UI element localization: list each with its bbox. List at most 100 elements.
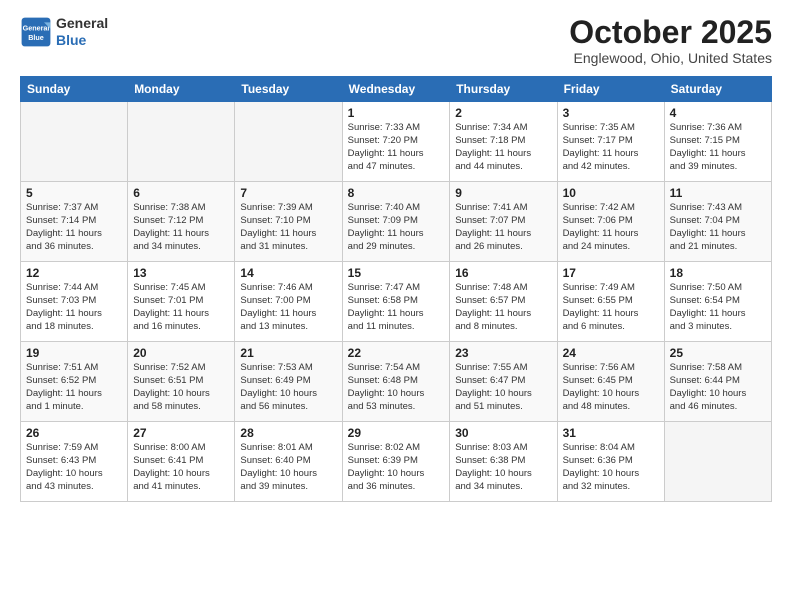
day-number: 13 xyxy=(133,266,229,280)
day-number: 14 xyxy=(240,266,336,280)
table-row: 3 Sunrise: 7:35 AM Sunset: 7:17 PM Daylig… xyxy=(557,102,664,182)
table-row xyxy=(21,102,128,182)
page: General Blue General Blue October 2025 E… xyxy=(0,0,792,612)
table-row: 17 Sunrise: 7:49 AM Sunset: 6:55 PM Dayli… xyxy=(557,262,664,342)
logo-icon: General Blue xyxy=(20,16,52,48)
day-info: Sunrise: 8:03 AM Sunset: 6:38 PM Dayligh… xyxy=(455,442,551,493)
day-info: Sunrise: 7:48 AM Sunset: 6:57 PM Dayligh… xyxy=(455,282,551,333)
day-info: Sunrise: 8:02 AM Sunset: 6:39 PM Dayligh… xyxy=(348,442,445,493)
logo-text-general: General xyxy=(56,15,108,32)
day-info: Sunrise: 7:58 AM Sunset: 6:44 PM Dayligh… xyxy=(670,362,766,413)
calendar-week-row: 5 Sunrise: 7:37 AM Sunset: 7:14 PM Daylig… xyxy=(21,182,772,262)
day-number: 18 xyxy=(670,266,766,280)
day-info: Sunrise: 7:42 AM Sunset: 7:06 PM Dayligh… xyxy=(563,202,659,253)
table-row: 13Sunrise: 7:45 AM Sunset: 7:01 PM Dayli… xyxy=(128,262,235,342)
calendar-week-row: 12Sunrise: 7:44 AM Sunset: 7:03 PM Dayli… xyxy=(21,262,772,342)
table-row: 29 Sunrise: 8:02 AM Sunset: 6:39 PM Dayli… xyxy=(342,422,450,502)
day-info: Sunrise: 7:46 AM Sunset: 7:00 PM Dayligh… xyxy=(240,282,336,333)
day-number: 5 xyxy=(26,186,122,200)
day-number: 20 xyxy=(133,346,229,360)
table-row: 31 Sunrise: 8:04 AM Sunset: 6:36 PM Dayli… xyxy=(557,422,664,502)
table-row: 27 Sunrise: 8:00 AM Sunset: 6:41 PM Dayli… xyxy=(128,422,235,502)
day-info: Sunrise: 7:54 AM Sunset: 6:48 PM Dayligh… xyxy=(348,362,445,413)
day-info: Sunrise: 7:56 AM Sunset: 6:45 PM Dayligh… xyxy=(563,362,659,413)
day-number: 7 xyxy=(240,186,336,200)
table-row xyxy=(664,422,771,502)
day-number: 17 xyxy=(563,266,659,280)
col-wednesday: Wednesday xyxy=(342,77,450,102)
col-thursday: Thursday xyxy=(450,77,557,102)
col-tuesday: Tuesday xyxy=(235,77,342,102)
day-info: Sunrise: 7:49 AM Sunset: 6:55 PM Dayligh… xyxy=(563,282,659,333)
day-info: Sunrise: 7:41 AM Sunset: 7:07 PM Dayligh… xyxy=(455,202,551,253)
day-info: Sunrise: 8:01 AM Sunset: 6:40 PM Dayligh… xyxy=(240,442,336,493)
day-number: 30 xyxy=(455,426,551,440)
day-number: 16 xyxy=(455,266,551,280)
day-info: Sunrise: 7:38 AM Sunset: 7:12 PM Dayligh… xyxy=(133,202,229,253)
day-number: 28 xyxy=(240,426,336,440)
col-friday: Friday xyxy=(557,77,664,102)
day-number: 3 xyxy=(563,106,659,120)
table-row: 18Sunrise: 7:50 AM Sunset: 6:54 PM Dayli… xyxy=(664,262,771,342)
day-number: 22 xyxy=(348,346,445,360)
svg-text:General: General xyxy=(23,23,50,32)
table-row: 7 Sunrise: 7:39 AM Sunset: 7:10 PM Daylig… xyxy=(235,182,342,262)
day-number: 19 xyxy=(26,346,122,360)
day-info: Sunrise: 8:04 AM Sunset: 6:36 PM Dayligh… xyxy=(563,442,659,493)
day-number: 31 xyxy=(563,426,659,440)
table-row: 30 Sunrise: 8:03 AM Sunset: 6:38 PM Dayli… xyxy=(450,422,557,502)
day-info: Sunrise: 7:44 AM Sunset: 7:03 PM Dayligh… xyxy=(26,282,122,333)
table-row: 10 Sunrise: 7:42 AM Sunset: 7:06 PM Dayli… xyxy=(557,182,664,262)
title-block: October 2025 Englewood, Ohio, United Sta… xyxy=(569,15,772,66)
table-row: 9 Sunrise: 7:41 AM Sunset: 7:07 PM Daylig… xyxy=(450,182,557,262)
day-info: Sunrise: 8:00 AM Sunset: 6:41 PM Dayligh… xyxy=(133,442,229,493)
day-number: 27 xyxy=(133,426,229,440)
day-number: 29 xyxy=(348,426,445,440)
table-row xyxy=(235,102,342,182)
table-row: 23 Sunrise: 7:55 AM Sunset: 6:47 PM Dayli… xyxy=(450,342,557,422)
day-info: Sunrise: 7:39 AM Sunset: 7:10 PM Dayligh… xyxy=(240,202,336,253)
day-number: 23 xyxy=(455,346,551,360)
day-info: Sunrise: 7:52 AM Sunset: 6:51 PM Dayligh… xyxy=(133,362,229,413)
day-number: 9 xyxy=(455,186,551,200)
table-row: 26Sunrise: 7:59 AM Sunset: 6:43 PM Dayli… xyxy=(21,422,128,502)
day-number: 10 xyxy=(563,186,659,200)
calendar: Sunday Monday Tuesday Wednesday Thursday… xyxy=(20,76,772,502)
day-number: 11 xyxy=(670,186,766,200)
day-number: 2 xyxy=(455,106,551,120)
table-row: 28 Sunrise: 8:01 AM Sunset: 6:40 PM Dayli… xyxy=(235,422,342,502)
day-info: Sunrise: 7:36 AM Sunset: 7:15 PM Dayligh… xyxy=(670,122,766,173)
table-row: 1 Sunrise: 7:33 AM Sunset: 7:20 PM Daylig… xyxy=(342,102,450,182)
day-info: Sunrise: 7:35 AM Sunset: 7:17 PM Dayligh… xyxy=(563,122,659,173)
day-info: Sunrise: 7:37 AM Sunset: 7:14 PM Dayligh… xyxy=(26,202,122,253)
table-row: 15Sunrise: 7:47 AM Sunset: 6:58 PM Dayli… xyxy=(342,262,450,342)
day-info: Sunrise: 7:59 AM Sunset: 6:43 PM Dayligh… xyxy=(26,442,122,493)
table-row: 11 Sunrise: 7:43 AM Sunset: 7:04 PM Dayli… xyxy=(664,182,771,262)
table-row: 14 Sunrise: 7:46 AM Sunset: 7:00 PM Dayli… xyxy=(235,262,342,342)
day-number: 4 xyxy=(670,106,766,120)
day-info: Sunrise: 7:51 AM Sunset: 6:52 PM Dayligh… xyxy=(26,362,122,413)
day-info: Sunrise: 7:33 AM Sunset: 7:20 PM Dayligh… xyxy=(348,122,445,173)
calendar-week-row: 1 Sunrise: 7:33 AM Sunset: 7:20 PM Daylig… xyxy=(21,102,772,182)
table-row: 6Sunrise: 7:38 AM Sunset: 7:12 PM Daylig… xyxy=(128,182,235,262)
table-row: 2Sunrise: 7:34 AM Sunset: 7:18 PM Daylig… xyxy=(450,102,557,182)
svg-text:Blue: Blue xyxy=(28,33,44,42)
day-number: 24 xyxy=(563,346,659,360)
table-row: 16 Sunrise: 7:48 AM Sunset: 6:57 PM Dayli… xyxy=(450,262,557,342)
calendar-week-row: 26Sunrise: 7:59 AM Sunset: 6:43 PM Dayli… xyxy=(21,422,772,502)
table-row: 20 Sunrise: 7:52 AM Sunset: 6:51 PM Dayli… xyxy=(128,342,235,422)
table-row: 24 Sunrise: 7:56 AM Sunset: 6:45 PM Dayli… xyxy=(557,342,664,422)
calendar-header-row: Sunday Monday Tuesday Wednesday Thursday… xyxy=(21,77,772,102)
day-number: 25 xyxy=(670,346,766,360)
col-sunday: Sunday xyxy=(21,77,128,102)
day-info: Sunrise: 7:55 AM Sunset: 6:47 PM Dayligh… xyxy=(455,362,551,413)
table-row: 21Sunrise: 7:53 AM Sunset: 6:49 PM Dayli… xyxy=(235,342,342,422)
day-number: 21 xyxy=(240,346,336,360)
calendar-week-row: 19 Sunrise: 7:51 AM Sunset: 6:52 PM Dayli… xyxy=(21,342,772,422)
day-number: 15 xyxy=(348,266,445,280)
day-number: 1 xyxy=(348,106,445,120)
header: General Blue General Blue October 2025 E… xyxy=(20,15,772,66)
day-info: Sunrise: 7:43 AM Sunset: 7:04 PM Dayligh… xyxy=(670,202,766,253)
col-monday: Monday xyxy=(128,77,235,102)
table-row: 22 Sunrise: 7:54 AM Sunset: 6:48 PM Dayli… xyxy=(342,342,450,422)
